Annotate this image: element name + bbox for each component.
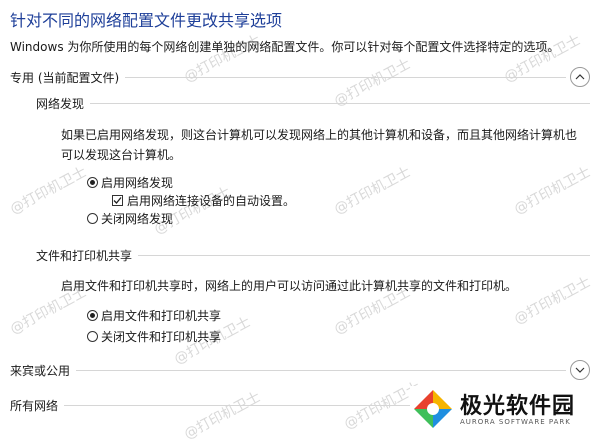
- network-discovery-heading: 网络发现: [36, 96, 85, 111]
- section-guest-public[interactable]: 来宾或公用: [10, 359, 590, 381]
- radio-file-sharing-off-label: 关闭文件和打印机共享: [101, 329, 222, 344]
- checkbox-auto-setup[interactable]: 启用网络连接设备的自动设置。: [112, 191, 295, 209]
- checkbox-auto-setup-label: 启用网络连接设备的自动设置。: [127, 193, 296, 208]
- brand-name: 极光软件园: [460, 394, 576, 419]
- brand-subtitle: AURORA SOFTWARE PARK: [460, 418, 571, 426]
- divider: [125, 76, 566, 78]
- brand-logo: 极光软件园 AURORA SOFTWARE PARK: [410, 386, 600, 436]
- section-private[interactable]: 专用 (当前配置文件): [10, 66, 590, 88]
- radio-unselected-icon[interactable]: [87, 212, 98, 224]
- checkbox-checked-icon[interactable]: [112, 194, 123, 206]
- divider: [90, 102, 590, 104]
- radio-network-discovery-off-label: 关闭网络发现: [101, 211, 174, 226]
- aurora-logo-icon: [414, 390, 452, 428]
- radio-network-discovery-on[interactable]: 启用网络发现: [87, 173, 173, 191]
- radio-selected-icon[interactable]: [87, 176, 98, 188]
- radio-file-sharing-on[interactable]: 启用文件和打印机共享: [87, 306, 221, 324]
- network-discovery-header: 网络发现: [36, 93, 590, 113]
- divider: [76, 369, 566, 371]
- watermark-text: @打印机卫士: [7, 164, 90, 218]
- file-printer-sharing-description: 启用文件和打印机共享时，网络上的用户可以访问通过此计算机共享的文件和打印机。: [61, 279, 518, 293]
- radio-selected-icon[interactable]: [87, 309, 98, 321]
- watermark-text: @打印机卫士: [511, 274, 594, 328]
- watermark-text: @打印机卫士: [511, 164, 594, 218]
- radio-network-discovery-on-label: 启用网络发现: [101, 175, 174, 190]
- radio-unselected-icon[interactable]: [87, 330, 98, 342]
- page-description: Windows 为你所使用的每个网络创建单独的网络配置文件。你可以针对每个配置文…: [10, 40, 560, 54]
- chevron-down-icon[interactable]: [570, 360, 590, 380]
- section-guest-public-label: 来宾或公用: [10, 363, 71, 378]
- radio-file-sharing-off[interactable]: 关闭文件和打印机共享: [87, 327, 221, 345]
- section-private-label: 专用 (当前配置文件): [10, 70, 120, 85]
- watermark-text: @打印机卫士: [331, 164, 414, 218]
- chevron-up-icon[interactable]: [570, 67, 590, 87]
- section-all-networks-label: 所有网络: [10, 398, 59, 413]
- radio-network-discovery-off[interactable]: 关闭网络发现: [87, 209, 173, 227]
- divider: [138, 254, 590, 256]
- file-printer-sharing-header: 文件和打印机共享: [36, 245, 590, 265]
- network-discovery-description: 如果已启用网络发现，则这台计算机可以发现网络上的其他计算机和设备，而且其他网络计…: [61, 128, 578, 162]
- file-printer-sharing-heading: 文件和打印机共享: [36, 248, 133, 263]
- page-title: 针对不同的网络配置文件更改共享选项: [10, 11, 283, 30]
- radio-file-sharing-on-label: 启用文件和打印机共享: [101, 308, 222, 323]
